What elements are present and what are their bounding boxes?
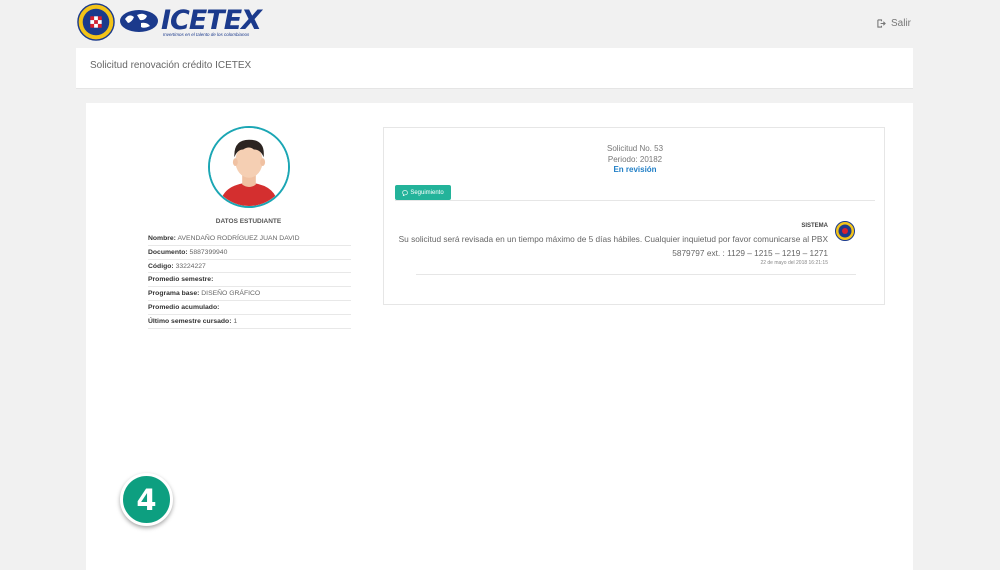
logo-tagline: Invertimos en el talento de los colombia… bbox=[163, 32, 250, 37]
top-bar: ICETEX Invertimos en el talento de los c… bbox=[0, 0, 1000, 46]
request-summary: Solicitud No. 53 Periodo: 20182 En revis… bbox=[384, 144, 886, 176]
field-value: 5887399940 bbox=[189, 248, 228, 256]
request-period: Periodo: 20182 bbox=[607, 154, 663, 164]
field-documento: Documento: 5887399940 bbox=[148, 246, 351, 260]
divider bbox=[395, 200, 875, 201]
field-label: Programa base: bbox=[148, 290, 200, 298]
step-number-badge: 4 bbox=[120, 473, 173, 526]
field-label: Último semestre cursado: bbox=[148, 317, 232, 325]
field-programa-base: Programa base: DISEÑO GRÁFICO bbox=[148, 287, 351, 301]
sign-out-icon bbox=[877, 19, 886, 28]
message-date: 22 de mayo del 2018 16:21:15 bbox=[760, 260, 828, 266]
request-card: Solicitud No. 53 Periodo: 20182 En revis… bbox=[383, 127, 885, 305]
field-nombre: Nombre: AVENDAÑO RODRÍGUEZ JUAN DAVID bbox=[148, 232, 351, 246]
field-promedio-semestre: Promedio semestre: bbox=[148, 273, 351, 288]
field-value: 1 bbox=[233, 317, 238, 325]
avatar bbox=[208, 126, 290, 208]
icetex-logo[interactable]: ICETEX Invertimos en el talento de los c… bbox=[77, 3, 262, 41]
page-title: Solicitud renovación crédito ICETEX bbox=[90, 60, 252, 71]
main-panel: DATOS ESTUDIANTE Nombre: AVENDAÑO RODRÍG… bbox=[86, 103, 913, 570]
divider bbox=[416, 274, 856, 275]
globe-icon bbox=[120, 9, 158, 32]
logout-label: Salir bbox=[890, 18, 911, 29]
field-value: AVENDAÑO RODRÍGUEZ JUAN DAVID bbox=[177, 235, 300, 242]
seal-icon bbox=[77, 3, 115, 41]
message-author: SISTEMA bbox=[801, 223, 828, 229]
tab-seguimiento[interactable]: Seguimiento bbox=[395, 185, 451, 200]
field-label: Documento: bbox=[148, 248, 188, 256]
user-avatar-icon bbox=[210, 128, 288, 206]
field-label: Promedio semestre: bbox=[148, 276, 214, 284]
page-title-bar: Solicitud renovación crédito ICETEX bbox=[76, 48, 913, 89]
field-ultimo-semestre: Último semestre cursado: 1 bbox=[148, 315, 351, 329]
field-codigo: Código: 33224227 bbox=[148, 260, 351, 274]
field-label: Nombre: bbox=[148, 235, 176, 242]
student-fields: Nombre: AVENDAÑO RODRÍGUEZ JUAN DAVID Do… bbox=[148, 232, 351, 329]
field-promedio-acumulado: Promedio acumulado: bbox=[148, 301, 351, 315]
request-number: Solicitud No. 53 bbox=[606, 144, 664, 153]
field-label: Código: bbox=[148, 262, 174, 270]
field-value: DISEÑO GRÁFICO bbox=[201, 290, 261, 298]
student-section-title: DATOS ESTUDIANTE bbox=[215, 218, 282, 225]
logo-wordmark: ICETEX bbox=[161, 5, 262, 36]
comment-icon bbox=[402, 189, 409, 196]
field-label: Promedio acumulado: bbox=[148, 303, 220, 311]
sistema-seal-icon bbox=[835, 221, 855, 241]
logout-button[interactable]: Salir bbox=[877, 18, 911, 29]
field-value: 33224227 bbox=[175, 262, 206, 270]
request-status: En revisión bbox=[613, 165, 657, 174]
tab-label: Seguimiento bbox=[410, 189, 444, 196]
message-body: Su solicitud será revisada en un tiempo … bbox=[398, 234, 828, 258]
